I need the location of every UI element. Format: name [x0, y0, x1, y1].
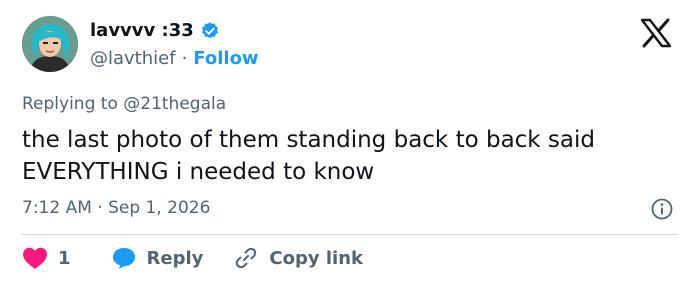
speech-bubble-icon: [112, 248, 135, 269]
copy-link-button[interactable]: Copy link: [233, 246, 363, 270]
timestamp[interactable]: 7:12 AM · Sep 1, 2026: [22, 198, 210, 218]
action-bar: 1 Reply Copy link: [22, 246, 363, 270]
tweet-time: 7:12 AM: [22, 198, 92, 218]
copy-link-label: Copy link: [269, 247, 363, 269]
divider: [22, 234, 678, 235]
reply-label: Reply: [146, 247, 204, 269]
like-count: 1: [58, 247, 71, 269]
timestamp-separator: ·: [97, 198, 103, 218]
avatar-illustration: [22, 16, 78, 72]
heart-icon: [23, 247, 47, 269]
follow-button[interactable]: Follow: [193, 48, 258, 69]
replying-prefix: Replying to: [22, 94, 118, 114]
display-name[interactable]: lavvvv :33: [90, 20, 194, 41]
tweet-card: lavvvv :33 @lavthief · Follow Replying t…: [0, 0, 700, 287]
tweet-date: Sep 1, 2026: [108, 198, 211, 218]
author-name-row: lavvvv :33: [90, 20, 220, 41]
tweet-text: the last photo of them standing back to …: [22, 127, 596, 185]
link-icon: [236, 247, 257, 269]
info-icon[interactable]: [650, 197, 674, 221]
x-logo-icon[interactable]: [640, 18, 676, 50]
avatar[interactable]: [22, 16, 78, 72]
handle-row: @lavthief · Follow: [90, 48, 259, 69]
verified-badge-icon: [200, 21, 220, 41]
like-button[interactable]: 1: [22, 246, 71, 270]
handle[interactable]: @lavthief: [90, 48, 176, 69]
replying-mention-link[interactable]: @21thegala: [123, 94, 226, 114]
replying-to: Replying to @21thegala: [22, 94, 226, 114]
separator-dot: ·: [181, 48, 188, 69]
reply-button[interactable]: Reply: [111, 246, 204, 270]
